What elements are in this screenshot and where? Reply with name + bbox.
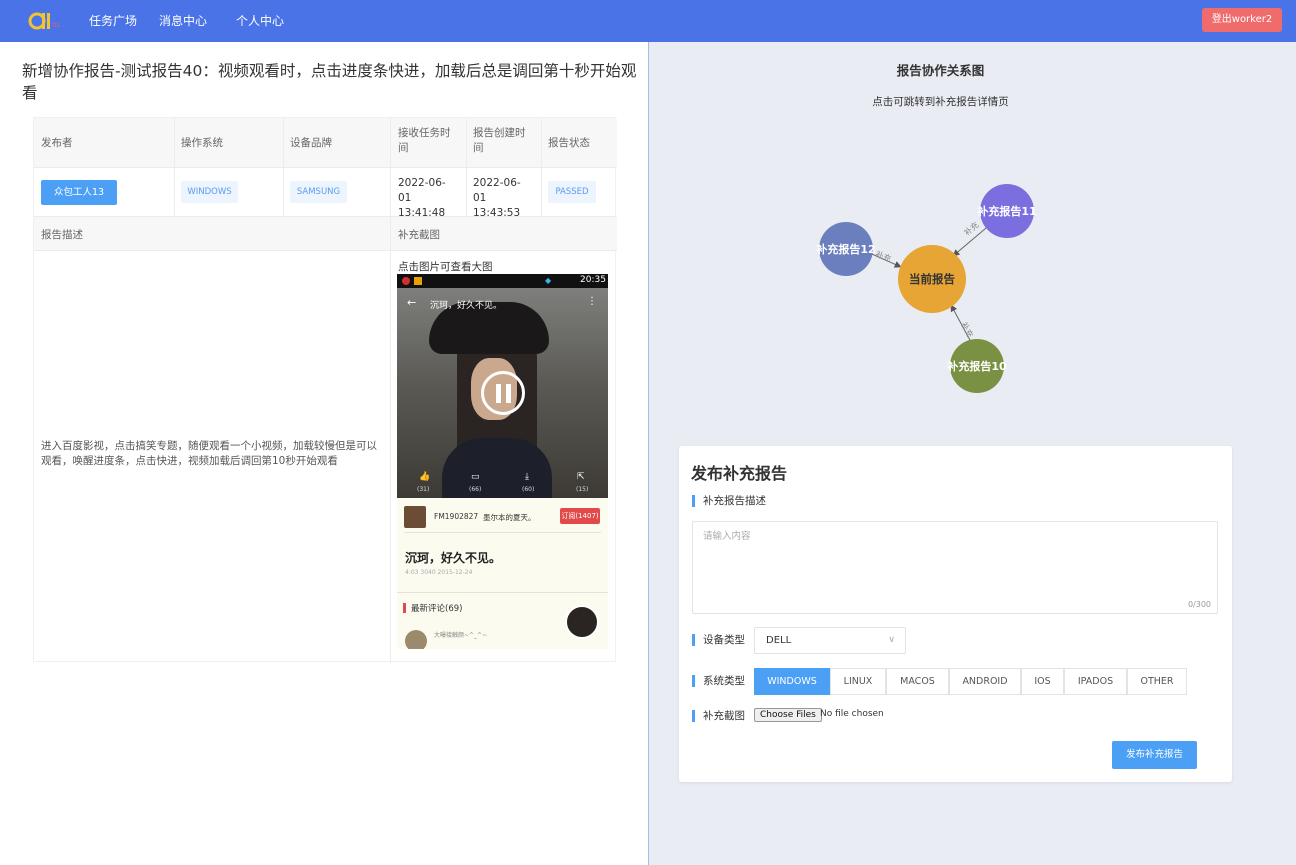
floating-avatar[interactable]: [565, 605, 599, 639]
commenter-avatar: [405, 630, 427, 649]
comments-label: 最新评论(69): [411, 604, 463, 614]
svg-text:补充报告12: 补充报告12: [815, 242, 875, 256]
col-brand: 设备品牌: [290, 137, 332, 149]
device-type-label: 设备类型: [692, 634, 745, 646]
nav-personal-center[interactable]: 个人中心: [236, 0, 284, 42]
desc-label: 报告描述: [41, 229, 83, 241]
svg-text:补充报告11: 补充报告11: [976, 204, 1036, 218]
download-count: (60): [522, 486, 535, 493]
wifi-icon: ◆: [545, 276, 552, 285]
back-arrow-icon[interactable]: ←: [407, 296, 416, 309]
channel-desc: 墨尔本的夏天。: [483, 513, 536, 522]
channel-id: FM1902827: [434, 512, 479, 521]
like-icon[interactable]: 👍: [419, 472, 430, 482]
video-meta: 4:03 3040 2015-12-24: [405, 569, 473, 576]
char-counter: 0/300: [1187, 600, 1211, 609]
file-status: No file chosen: [820, 709, 884, 719]
system-option-linux[interactable]: LINUX: [830, 668, 886, 695]
nav-message-center[interactable]: 消息中心: [159, 0, 207, 42]
download-icon[interactable]: ⤓: [525, 472, 529, 482]
commenter-name: 大曝接触颜~^_^~: [434, 632, 488, 639]
video-title: 沉珂，好久不见。: [430, 301, 503, 311]
node-supplement-12[interactable]: 补充报告12: [815, 222, 876, 276]
like-count: (31): [417, 486, 430, 493]
col-received-time: 接收任务时间: [398, 127, 451, 154]
share-count: (15): [576, 486, 589, 493]
created-time: 2022-06-01 13:43:53: [473, 177, 521, 219]
device-type-value: DELL: [766, 635, 792, 646]
device-type-select[interactable]: DELL ∨: [754, 627, 906, 654]
collaboration-pane: 报告协作关系图 点击可跳转到补充报告详情页 补充 补充 补充 当前报告 补充报告…: [649, 42, 1296, 865]
col-publisher: 发布者: [41, 137, 73, 149]
chevron-down-icon: ∨: [888, 635, 895, 645]
node-supplement-11[interactable]: 补充报告11: [976, 184, 1037, 238]
svg-text:补充报告10: 补充报告10: [946, 359, 1007, 373]
form-title: 发布补充报告: [691, 464, 788, 483]
col-status: 报告状态: [548, 137, 590, 149]
publish-supplement-form: 发布补充报告 补充报告描述 请输入内容 0/300 设备类型 DELL ∨ 系统…: [679, 446, 1232, 782]
video-headline: 沉珂，好久不见。: [405, 551, 502, 565]
col-os: 操作系统: [181, 137, 223, 149]
edge-label-10: 补充: [959, 320, 975, 339]
comment-count: (66): [469, 486, 482, 493]
channel-avatar: [404, 506, 426, 528]
more-icon[interactable]: ⋮: [587, 296, 597, 307]
comment-icon[interactable]: ▭: [471, 472, 480, 482]
report-detail-pane: 新增协作报告-测试报告40：视频观看时，点击进度条快进，加载后总是调回第十秒开始…: [0, 42, 648, 865]
screenshot-section-label: 补充截图: [692, 710, 745, 722]
screenshot-label: 补充截图: [398, 229, 440, 241]
svg-text:当前报告: 当前报告: [909, 272, 955, 286]
collaboration-graph: 补充 补充 补充 当前报告 补充报告11 补充报告12 补充报告10: [815, 184, 1037, 393]
brand-tag: SAMSUNG: [290, 181, 347, 203]
share-icon[interactable]: ⇱: [577, 472, 585, 482]
status-tag: PASSED: [548, 181, 596, 203]
report-screenshot[interactable]: ◆ 20:35 ← 沉珂，好久不见。 ⋮ 👍 (31) ▭ (66) ⤓ (60…: [397, 274, 608, 649]
pause-icon[interactable]: [481, 371, 525, 415]
video-actions: 👍 (31) ▭ (66) ⤓ (60) ⇱ (15): [397, 470, 608, 498]
choose-files-button[interactable]: Choose Files: [754, 708, 822, 722]
system-type-label: 系统类型: [692, 675, 745, 687]
publish-supplement-button[interactable]: 发布补充报告: [1112, 741, 1197, 769]
system-option-ios[interactable]: IOS: [1021, 668, 1064, 695]
desc-section-label: 补充报告描述: [692, 495, 766, 507]
os-tag: WINDOWS: [181, 181, 238, 203]
node-current-report[interactable]: 当前报告: [898, 245, 966, 313]
video-player[interactable]: ← 沉珂，好久不见。 ⋮ 👍 (31) ▭ (66) ⤓ (60) ⇱ (15): [397, 288, 608, 498]
description-textarea[interactable]: 请输入内容 0/300: [692, 521, 1218, 614]
subscribe-button[interactable]: 订阅(1407): [560, 508, 600, 524]
screenshot-hint: 点击图片可查看大图: [398, 261, 493, 273]
system-option-ipados[interactable]: IPADOS: [1064, 668, 1127, 695]
status-bar: ◆ 20:35: [397, 274, 608, 288]
col-created-time: 报告创建时间: [473, 127, 526, 154]
system-option-other[interactable]: OTHER: [1127, 668, 1187, 695]
nav-task-square[interactable]: 任务广场: [89, 0, 137, 42]
app-logo[interactable]: tts: [28, 10, 64, 32]
publisher-button[interactable]: 众包工人13: [41, 180, 117, 205]
system-option-windows[interactable]: WINDOWS: [754, 668, 830, 695]
description-placeholder: 请输入内容: [703, 531, 751, 542]
top-navbar: tts 任务广场 消息中心 个人中心 登出worker2: [0, 0, 1296, 42]
system-option-android[interactable]: ANDROID: [949, 668, 1021, 695]
report-description: 进入百度影视，点击搞笑专题，随便观看一个小视频，加载较慢但是可以观看，唤醒进度条…: [41, 440, 377, 467]
report-title: 新增协作报告-测试报告40：视频观看时，点击进度条快进，加载后总是调回第十秒开始…: [22, 62, 637, 102]
system-option-macos[interactable]: MACOS: [886, 668, 949, 695]
received-time: 2022-06-01 13:41:48: [398, 177, 446, 219]
svg-text:tts: tts: [52, 22, 60, 29]
clock: 20:35: [580, 275, 606, 285]
logout-button[interactable]: 登出worker2: [1202, 8, 1282, 32]
node-supplement-10[interactable]: 补充报告10: [946, 339, 1007, 393]
